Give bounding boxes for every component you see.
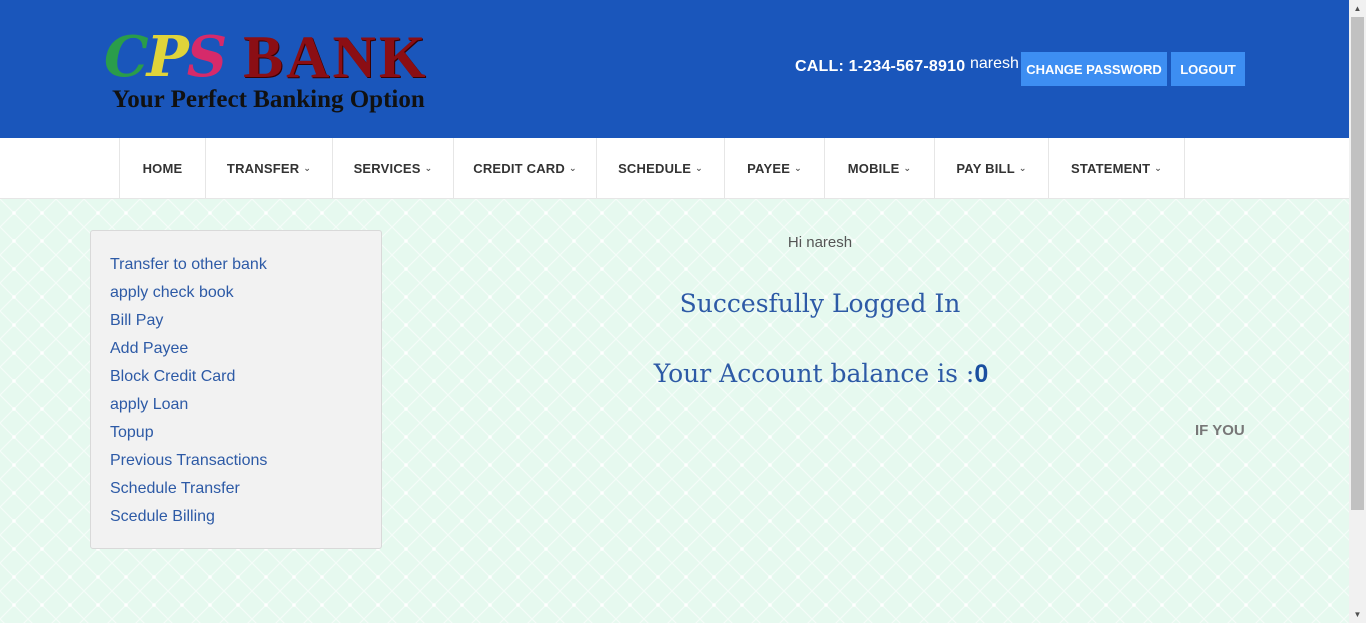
sidebar-link-transfer-other-bank[interactable]: Transfer to other bank: [110, 251, 381, 279]
login-status-heading: Succesfully Logged In: [679, 289, 961, 318]
nav-item-label: STATEMENT: [1070, 160, 1151, 176]
nav-item-label: SCHEDULE: [618, 160, 692, 176]
nav-item-home[interactable]: HOME: [120, 138, 206, 198]
balance-label: Your Account balance is :: [653, 359, 975, 388]
sidebar-link-previous-transactions[interactable]: Previous Transactions: [110, 447, 381, 475]
scroll-down-arrow-icon[interactable]: ▼: [1349, 606, 1366, 623]
chevron-down-icon: ⌄: [1018, 162, 1027, 173]
page-scrollbar[interactable]: ▲ ▼: [1349, 0, 1366, 623]
nav-item-label: MOBILE: [847, 160, 900, 176]
sidebar-link-add-payee[interactable]: Add Payee: [110, 335, 381, 363]
nav-item-label: TRANSFER: [226, 160, 300, 176]
logout-button[interactable]: LOGOUT: [1171, 52, 1245, 86]
nav-item-payee[interactable]: PAYEE ⌄: [725, 138, 825, 198]
logo-bank-text: BANK: [243, 24, 429, 90]
change-password-button[interactable]: CHANGE PASSWORD: [1021, 52, 1167, 86]
logo-cps-text: CPS: [104, 24, 227, 90]
sidebar-link-apply-check-book[interactable]: apply check book: [110, 279, 381, 307]
chevron-down-icon: ⌄: [569, 162, 577, 173]
nav-item-label: PAYEE: [747, 160, 791, 176]
sidebar-link-schedule-billing[interactable]: Scedule Billing: [110, 503, 381, 531]
chevron-down-icon: ⌄: [794, 162, 802, 173]
account-balance-heading: Your Account balance is :0: [600, 359, 1042, 389]
sidebar-panel: Transfer to other bank apply check book …: [90, 230, 382, 549]
chevron-down-icon: ⌄: [695, 162, 703, 173]
nav-item-mobile[interactable]: MOBILE ⌄: [825, 138, 935, 198]
sidebar-link-topup[interactable]: Topup: [110, 419, 381, 447]
balance-value: 0: [974, 360, 989, 388]
main-nav: HOME TRANSFER ⌄ SERVICES ⌄ CREDIT CARD ⌄ SC…: [0, 138, 1349, 199]
greeting-text: Hi naresh: [787, 234, 853, 251]
nav-item-label: CREDIT CARD: [473, 160, 565, 176]
sidebar-link-schedule-transfer[interactable]: Schedule Transfer: [110, 475, 381, 503]
chevron-down-icon: ⌄: [1154, 162, 1163, 173]
nav-item-credit-card[interactable]: CREDIT CARD ⌄: [454, 138, 597, 198]
scrolling-notice: IF YOU: [1195, 422, 1245, 439]
chevron-down-icon: ⌄: [903, 162, 912, 173]
nav-item-label: PAY BILL: [956, 160, 1015, 176]
nav-list: HOME TRANSFER ⌄ SERVICES ⌄ CREDIT CARD ⌄ SC…: [119, 138, 1185, 198]
chevron-down-icon: ⌄: [303, 162, 312, 173]
nav-item-schedule[interactable]: SCHEDULE ⌄: [597, 138, 725, 198]
nav-item-transfer[interactable]: TRANSFER ⌄: [206, 138, 333, 198]
sidebar-link-apply-loan[interactable]: apply Loan: [110, 391, 381, 419]
nav-item-statement[interactable]: STATEMENT ⌄: [1049, 138, 1185, 198]
nav-item-services[interactable]: SERVICES ⌄: [333, 138, 454, 198]
chevron-down-icon: ⌄: [424, 162, 433, 173]
scrollbar-thumb[interactable]: [1351, 17, 1364, 510]
logo-tagline: Your Perfect Banking Option: [112, 86, 425, 113]
sidebar-link-block-credit-card[interactable]: Block Credit Card: [110, 363, 381, 391]
nav-item-pay-bill[interactable]: PAY BILL ⌄: [935, 138, 1049, 198]
nav-item-label: SERVICES: [353, 160, 421, 176]
username-label: naresh: [970, 55, 1019, 72]
site-header: CPS BANK Your Perfect Banking Option CAL…: [0, 0, 1349, 138]
sidebar-link-bill-pay[interactable]: Bill Pay: [110, 307, 381, 335]
bank-logo[interactable]: CPS BANK Your Perfect Banking Option: [104, 24, 474, 120]
nav-item-label: HOME: [142, 160, 183, 176]
scroll-up-arrow-icon[interactable]: ▲: [1349, 0, 1366, 17]
call-number: CALL: 1-234-567-8910: [795, 58, 966, 75]
